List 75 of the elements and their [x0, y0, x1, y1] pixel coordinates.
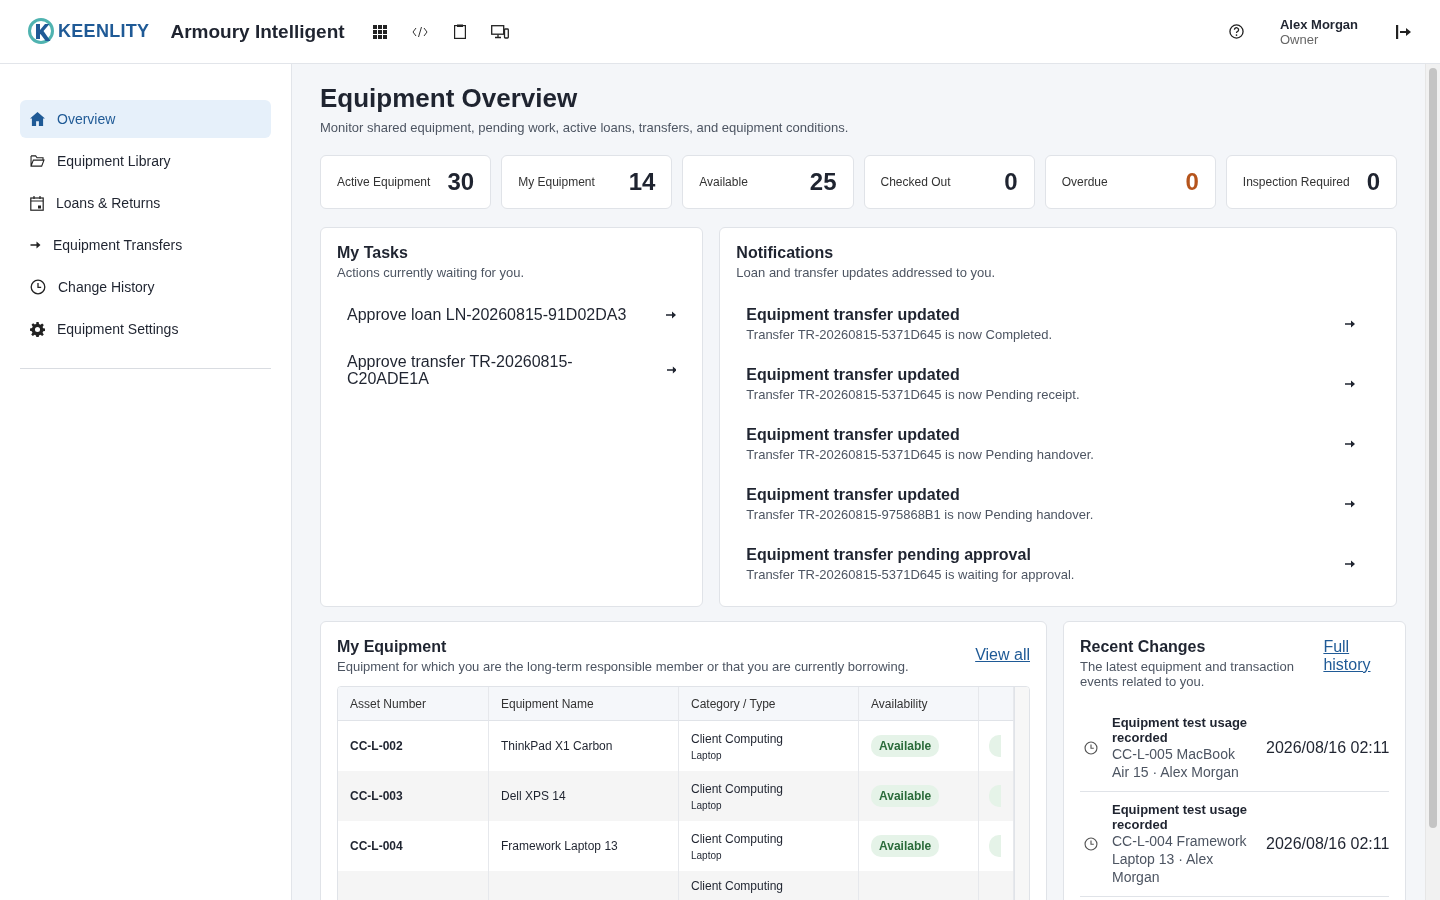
column-header: Asset Number [338, 687, 489, 721]
sidebar-item[interactable]: Overview [20, 100, 271, 138]
stat-label: Available [699, 175, 748, 189]
task-item[interactable]: Approve loan LN-20260815-91D02DA3 [337, 298, 687, 331]
app-title: Armoury Intelligent [170, 20, 345, 43]
card-subtitle: Loan and transfer updates addressed to you. [736, 265, 997, 280]
table-cell: CC-L-003 [338, 771, 489, 821]
notification-detail: Transfer TR-20260815-5371D645 is now Completed. [746, 327, 1053, 342]
page-title: Equipment Overview [320, 83, 579, 114]
sidebar-item[interactable]: Equipment Transfers [20, 226, 271, 264]
stat-value: 0 [1004, 168, 1018, 196]
notification-detail: Transfer TR-20260815-5371D645 is now Pending handover. [746, 447, 1094, 462]
type-text: Laptop [691, 749, 723, 761]
stat-value: 0 [1366, 168, 1380, 196]
user-role: Owner [1280, 31, 1319, 47]
change-time: 2026/08/16 02:11 [1266, 739, 1390, 757]
sidebar-item[interactable]: Equipment Settings [20, 310, 271, 348]
change-title: Equipment test usage recorded [1112, 802, 1249, 832]
stat-value: 14 [628, 168, 656, 196]
view-all-link[interactable]: View all [975, 646, 1030, 664]
type-text: Laptop [691, 849, 723, 861]
notification-title: Equipment transfer updated [746, 486, 961, 504]
stat-label: Inspection Required [1242, 175, 1350, 189]
task-label: Approve loan LN-20260815-91D02DA3 [347, 306, 627, 323]
notification-title: Equipment transfer pending approval [746, 546, 1032, 564]
notification-detail: Transfer TR-20260815-5371D645 is waiting for approval. [746, 567, 1075, 582]
card-title: My Tasks [337, 244, 409, 262]
change-detail: CC-L-004 Framework Laptop 13 · Alex Morgan [1112, 832, 1248, 886]
stat-label: Checked Out [880, 175, 951, 189]
category-text: Client Computing [691, 879, 785, 893]
category-text: Client Computing [691, 781, 785, 796]
status-badge: Available [871, 785, 940, 807]
notification-item[interactable]: Equipment transfer updated Transfer TR-20260815-5371D645 is now Completed. [736, 294, 1380, 354]
card-subtitle: The latest equipment and transaction events related to you. [1080, 659, 1295, 689]
sidebar-item[interactable]: Equipment Library [20, 142, 271, 180]
page-subtitle: Monitor shared equipment, pending work, active loans, transfers, and equipment conditions. [320, 120, 850, 135]
stat-value: 30 [447, 168, 475, 196]
task-label: Approve transfer TR-20260815-C20ADE1A [347, 353, 574, 387]
stat-value: 0 [1185, 168, 1199, 196]
full-history-link[interactable]: Full history [1323, 638, 1380, 674]
notification-item[interactable]: Equipment transfer updated Transfer TR-20260815-975868B1 is now Pending handover. [736, 474, 1380, 534]
notification-item[interactable]: Equipment transfer updated Transfer TR-20260815-5371D645 is now Pending receipt. [736, 354, 1380, 414]
category-text: Client Computing [691, 831, 785, 846]
brand-name: KEENLITY [58, 21, 150, 42]
task-item[interactable]: Approve transfer TR-20260815-C20ADE1A [337, 345, 687, 395]
status-badge: Available [871, 835, 940, 857]
stat-label: Active Equipment [337, 175, 431, 189]
notification-item[interactable]: Equipment transfer pending approval Transfer TR-20260815-5371D645 is waiting for approval. [736, 534, 1380, 594]
change-title: Equipment test usage recorded [1112, 715, 1249, 745]
notification-title: Equipment transfer updated [746, 426, 961, 444]
change-time: 2026/08/16 02:11 [1266, 835, 1390, 853]
type-text: Laptop [691, 799, 723, 811]
stat-label: Overdue [1061, 175, 1108, 189]
notification-detail: Transfer TR-20260815-975868B1 is now Pending handover. [746, 507, 1094, 522]
notification-detail: Transfer TR-20260815-5371D645 is now Pending receipt. [746, 387, 1080, 402]
column-header: Category / Type [679, 687, 859, 721]
stat-value: 25 [809, 168, 837, 196]
stat-label: My Equipment [518, 175, 595, 189]
table-cell: Dell XPS 14 [489, 771, 679, 821]
card-title: Recent Changes [1080, 638, 1207, 656]
card-subtitle: Actions currently waiting for you. [337, 265, 526, 280]
user-name: Alex Morgan [1280, 16, 1358, 32]
sidebar-item[interactable]: Change History [20, 268, 271, 306]
change-detail: CC-L-005 MacBook Air 15 · Alex Morgan [1112, 745, 1240, 781]
status-badge: Available [871, 735, 940, 757]
sidebar-item[interactable]: Loans & Returns [20, 184, 271, 222]
column-header: Availability [859, 687, 979, 721]
notification-item[interactable]: Equipment transfer updated Transfer TR-20260815-5371D645 is now Pending handover. [736, 414, 1380, 474]
category-text: Client Computing [691, 731, 785, 746]
card-title: Notifications [736, 244, 835, 262]
card-title: My Equipment [337, 638, 448, 656]
notification-title: Equipment transfer updated [746, 366, 961, 384]
card-subtitle: Equipment for which you are the long-term responsible member or that you are currently borrowing. [337, 659, 909, 674]
notification-title: Equipment transfer updated [746, 306, 961, 324]
column-header: Equipment Name [489, 687, 679, 721]
